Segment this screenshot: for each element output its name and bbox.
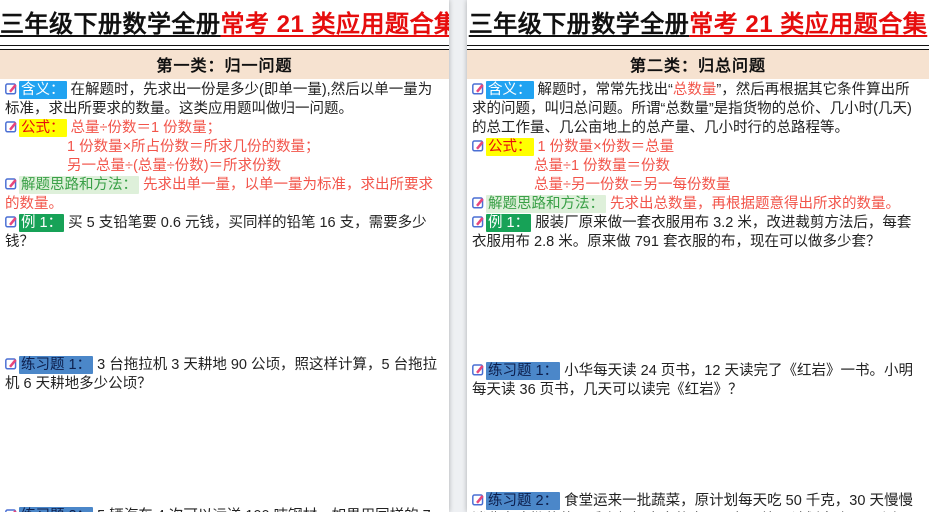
formula-line: 总量÷份数＝1 份数量； <box>70 120 222 136</box>
exercise1-label: 练习题 1： <box>19 356 94 374</box>
title-red-part: 常考 21 类应用题合集 <box>689 11 928 38</box>
title-black-part: 三年级下册数学全册 <box>468 11 690 38</box>
meaning-label: 含义： <box>19 81 67 99</box>
exercise2-paragraph: 练习题 2： 食堂运来一批蔬菜，原计划每天吃 50 千克，30 天慢慢消费完这批… <box>472 492 923 512</box>
method-label: 解题思路和方法： <box>486 195 606 213</box>
formula-block: 公式： 1 份数量×份数＝总量 总量÷1 份数量＝份数 总量÷另一份数＝另一每份… <box>472 138 923 195</box>
memo-icon <box>472 363 485 376</box>
formula-line: 1 份数量×份数＝总量 <box>537 139 675 155</box>
page-right-content: 含义： 解题时，常常先找出“总数量”，然后再根据其它条件算出所求的问题，叫归总问… <box>467 79 929 512</box>
page-left-content: 含义： 在解题时，先求出一份是多少(即单一量),然后以单一量为标准，求出所要求的… <box>0 79 449 512</box>
exercise2-paragraph: 练习题 2： 5 辆汽车 4 次可以运送 100 吨钢材，如果用同样的 7 辆汽… <box>5 507 443 512</box>
meaning-paragraph: 含义： 解题时，常常先找出“总数量”，然后再根据其它条件算出所求的问题，叫归总问… <box>472 81 923 138</box>
memo-icon <box>472 196 485 209</box>
meaning-text-highlight: 总数量 <box>672 82 717 98</box>
meaning-text-pre: 解题时，常常先找出“ <box>537 82 673 98</box>
method-paragraph: 解题思路和方法： 先求出总数量，再根据题意得出所求的数量。 <box>472 195 923 214</box>
formula-line: 另一总量÷(总量÷份数)＝所求份数 <box>67 158 282 174</box>
method-paragraph: 解题思路和方法： 先求出单一量，以单一量为标准，求出所要求的数量。 <box>5 176 443 214</box>
answer-space <box>5 394 443 507</box>
method-text: 先求出总数量，再根据题意得出所求的数量。 <box>610 196 901 212</box>
example-label: 例 1： <box>486 214 532 232</box>
memo-icon <box>472 82 485 95</box>
meaning-text: 在解题时，先求出一份是多少(即单一量),然后以单一量为标准，求出所要求的数量。这… <box>5 82 433 117</box>
memo-icon <box>5 508 18 512</box>
exercise1-label: 练习题 1： <box>486 362 561 380</box>
memo-icon <box>472 139 485 152</box>
page-right: 三年级下册数学全册常考 21 类应用题合集 第二类：归总问题 含义： 解题时，常… <box>467 0 929 512</box>
formula-block: 公式： 总量÷份数＝1 份数量； 1 份数量×所占份数＝所求几份的数量； 另一总… <box>5 119 443 176</box>
title-red-part: 常考 21 类应用题合集 <box>220 11 450 38</box>
title-black-part: 三年级下册数学全册 <box>0 11 221 38</box>
exercise2-label: 练习题 2： <box>19 507 94 512</box>
memo-icon <box>472 215 485 228</box>
formula-line: 总量÷1 份数量＝份数 <box>534 158 671 174</box>
document-title: 三年级下册数学全册常考 21 类应用题合集 <box>467 9 929 44</box>
answer-space <box>5 252 443 356</box>
memo-icon <box>5 357 18 370</box>
example-label: 例 1： <box>19 214 65 232</box>
meaning-label: 含义： <box>486 81 534 99</box>
method-label: 解题思路和方法： <box>19 176 139 194</box>
formula-label: 公式： <box>19 119 67 137</box>
exercise1-paragraph: 练习题 1： 3 台拖拉机 3 天耕地 90 公顷，照这样计算，5 台拖拉机 6… <box>5 356 443 394</box>
memo-icon <box>5 215 18 228</box>
meaning-paragraph: 含义： 在解题时，先求出一份是多少(即单一量),然后以单一量为标准，求出所要求的… <box>5 81 443 119</box>
exercise1-paragraph: 练习题 1： 小华每天读 24 页书，12 天读完了《红岩》一书。小明每天读 3… <box>472 362 923 400</box>
memo-icon <box>5 82 18 95</box>
memo-icon <box>472 493 485 506</box>
example-text: 服装厂原来做一套衣服用布 3.2 米，改进裁剪方法后，每套衣服用布 2.8 米。… <box>472 215 912 250</box>
section-header: 第一类：归一问题 <box>0 50 449 79</box>
page-left: 三年级下册数学全册常考 21 类应用题合集 第一类：归一问题 含义： 在解题时，… <box>0 0 449 512</box>
formula-line: 1 份数量×所占份数＝所求几份的数量； <box>67 139 320 155</box>
exercise2-label: 练习题 2： <box>486 492 561 510</box>
document-title: 三年级下册数学全册常考 21 类应用题合集 <box>0 9 449 44</box>
section-header: 第二类：归总问题 <box>467 50 929 79</box>
memo-icon <box>5 120 18 133</box>
example-paragraph: 例 1： 服装厂原来做一套衣服用布 3.2 米，改进裁剪方法后，每套衣服用布 2… <box>472 214 923 252</box>
memo-icon <box>5 177 18 190</box>
formula-label: 公式： <box>486 138 534 156</box>
example-text: 买 5 支铅笔要 0.6 元钱，买同样的铅笔 16 支，需要多少钱？ <box>5 215 427 250</box>
answer-space <box>472 400 923 492</box>
answer-space <box>472 252 923 362</box>
example-paragraph: 例 1： 买 5 支铅笔要 0.6 元钱，买同样的铅笔 16 支，需要多少钱？ <box>5 214 443 252</box>
formula-line: 总量÷另一份数＝另一每份数量 <box>534 177 731 193</box>
